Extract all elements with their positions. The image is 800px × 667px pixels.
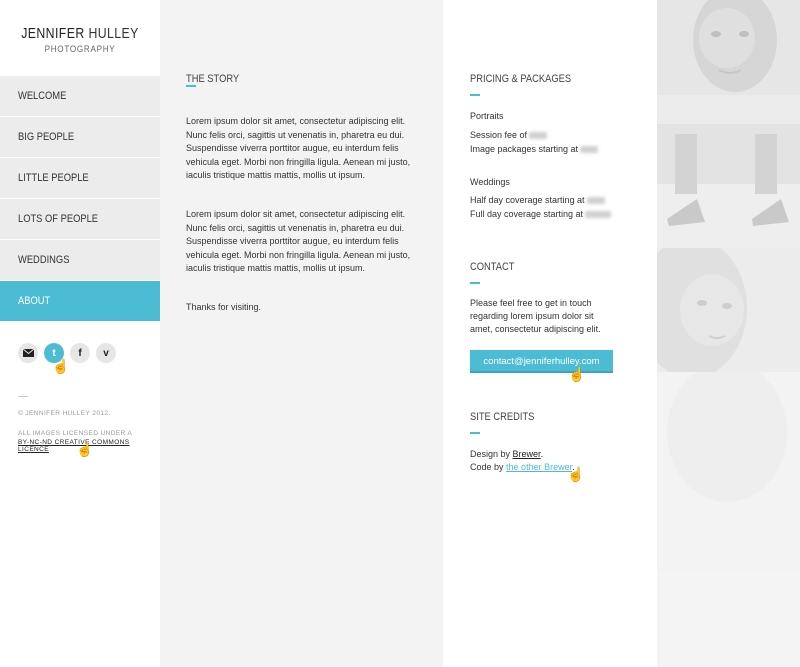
logo-first-name: JENNIFER — [21, 25, 85, 42]
design-credit-link[interactable]: Brewer — [513, 449, 541, 459]
image-packages-line: Image packages starting at — [470, 143, 599, 156]
hand-cursor-icon: ☝ — [568, 366, 586, 382]
code-credit-link[interactable]: the other Brewer — [506, 462, 572, 472]
full-day-line: Full day coverage starting at — [470, 208, 612, 221]
hand-cursor-icon: ☝ — [76, 441, 94, 457]
sidebar: JENNIFER HULLEY PHOTOGRAPHY WELCOME BIG … — [0, 0, 160, 667]
blurred-price — [585, 211, 612, 219]
weddings-title: Weddings — [470, 177, 510, 187]
story-paragraph-3: Thanks for visiting. — [186, 302, 262, 312]
info-column: PRICING & PACKAGES Portraits Session fee… — [443, 0, 657, 667]
photo-shoes — [657, 124, 800, 248]
contact-text-line-2: regarding lorem ipsum dolor sit — [470, 311, 594, 321]
contact-text-line-1: Please feel free to get in touch — [470, 298, 592, 308]
nav-item-big-people[interactable]: BIG PEOPLE — [0, 117, 160, 158]
heading-underline — [186, 85, 196, 87]
contact-text-line-3: amet, consectetur adipiscing elit. — [470, 324, 601, 334]
email-button[interactable]: contact@jenniferhulley.com — [470, 350, 613, 373]
nav-item-lots-of-people[interactable]: LOTS OF PEOPLE — [0, 199, 160, 240]
divider — [18, 396, 28, 397]
license-prefix: ALL IMAGES LICENSED UNDER A — [18, 430, 133, 437]
pricing-heading: PRICING & PACKAGES — [470, 73, 572, 85]
email-icon[interactable] — [18, 343, 38, 363]
nav-item-welcome[interactable]: WELCOME — [0, 76, 160, 117]
story-paragraph-1: Lorem ipsum dolor sit amet, consectetur … — [186, 116, 411, 180]
hand-cursor-icon: ☝ — [52, 358, 70, 374]
vimeo-icon[interactable]: v — [96, 343, 116, 363]
heading-underline — [470, 94, 480, 96]
blurred-price — [586, 197, 605, 205]
story-column: THE STORY Lorem ipsum dolor sit amet, co… — [160, 0, 443, 667]
photo-boy-portrait — [657, 0, 800, 124]
site-logo[interactable]: JENNIFER HULLEY PHOTOGRAPHY — [0, 25, 160, 55]
nav-item-weddings[interactable]: WEDDINGS — [0, 240, 160, 281]
photo-girl-portrait — [657, 238, 800, 378]
code-credit: Code by the other Brewer. — [470, 462, 575, 472]
facebook-icon[interactable]: f — [70, 343, 90, 363]
nav-item-about[interactable]: ABOUT — [0, 281, 160, 322]
story-heading: THE STORY — [186, 73, 240, 85]
contact-heading: CONTACT — [470, 261, 515, 273]
blurred-price — [580, 146, 599, 154]
photo-strip — [657, 0, 800, 667]
logo-tagline: PHOTOGRAPHY — [44, 44, 116, 54]
half-day-line: Half day coverage starting at — [470, 194, 605, 207]
design-credit: Design by Brewer. — [470, 449, 544, 459]
logo-last-name: HULLEY — [88, 25, 139, 42]
heading-underline — [470, 432, 480, 434]
portraits-title: Portraits — [470, 111, 504, 121]
copyright-text: © JENNIFER HULLEY 2012. — [18, 410, 111, 417]
heading-underline — [470, 282, 480, 284]
main-nav: WELCOME BIG PEOPLE LITTLE PEOPLE LOTS OF… — [0, 76, 160, 322]
hand-cursor-icon: ☝ — [567, 466, 585, 482]
nav-item-little-people[interactable]: LITTLE PEOPLE — [0, 158, 160, 199]
story-paragraph-2: Lorem ipsum dolor sit amet, consectetur … — [186, 209, 411, 273]
blurred-price — [529, 132, 548, 140]
session-fee-line: Session fee of — [470, 129, 548, 142]
credits-heading: SITE CREDITS — [470, 411, 535, 423]
photo-faded — [657, 362, 800, 572]
